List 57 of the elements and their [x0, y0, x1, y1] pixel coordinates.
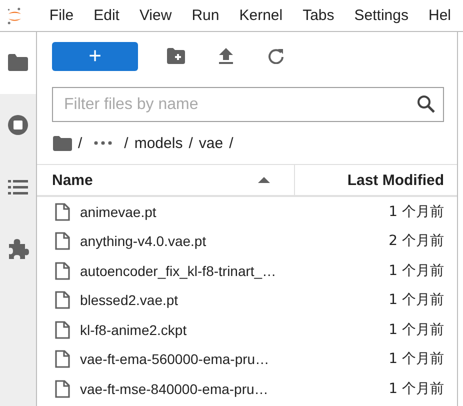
path-separator: / [188, 134, 193, 152]
path-separator: / [124, 134, 128, 152]
sort-caret-icon [258, 177, 270, 183]
upload-icon [219, 48, 233, 64]
file-name: animevae.pt [80, 204, 158, 220]
folder-plus-icon [167, 48, 185, 64]
file-row[interactable]: anything-v4.0.vae.pt 2 个月前 [37, 226, 457, 256]
column-header[interactable]: Name [37, 165, 295, 195]
puzzle-icon [7, 238, 29, 260]
refresh-icon [268, 48, 284, 64]
file-icon [55, 320, 70, 339]
file-icon [55, 350, 70, 368]
file-row[interactable]: animevae.pt 1 个月前 [37, 197, 457, 226]
column-header[interactable]: Last Modified [295, 165, 457, 195]
file-name: blessed2.vae.pt [80, 292, 180, 308]
file-row[interactable]: vae-ft-mse-840000-ema-pru… 1 个月前 [37, 374, 457, 404]
menu-item[interactable]: Edit [86, 7, 128, 24]
menu-item[interactable]: Hel [420, 7, 459, 24]
modified-time: 1 个月前 [388, 262, 444, 280]
sidebar-tab[interactable] [0, 32, 36, 94]
file-name: anything-v4.0.vae.pt [80, 233, 208, 250]
filter-field[interactable]: Filter files by name [52, 87, 444, 122]
modified-time: 2 个月前 [388, 232, 444, 250]
file-name: vae-ft-ema-560000-ema-pru… [80, 351, 270, 368]
menu-item[interactable]: Run [184, 7, 228, 24]
modified-time: 1 个月前 [388, 291, 444, 310]
path-separator: / [78, 134, 82, 152]
modified-time: 1 个月前 [388, 350, 444, 368]
path-separator: / [229, 134, 234, 152]
search-icon [417, 95, 435, 113]
file-icon [55, 232, 70, 250]
new-launcher-button[interactable]: + [52, 42, 138, 70]
breadcrumb-link[interactable]: vae [198, 134, 224, 152]
file-icon [55, 202, 70, 221]
menu-item[interactable]: Tabs [294, 7, 342, 24]
menu-item[interactable]: Kernel [231, 7, 291, 24]
menu-item[interactable]: Settings [346, 7, 416, 24]
folder-icon [53, 136, 72, 150]
file-name: vae-ft-mse-840000-ema-pru… [80, 380, 270, 397]
modified-time: 1 个月前 [388, 202, 444, 221]
file-row[interactable]: kl-f8-anime2.ckpt 1 个月前 [37, 315, 457, 344]
file-icon [55, 262, 70, 280]
file-row[interactable]: blessed2.vae.pt 1 个月前 [37, 286, 457, 315]
file-icon [55, 291, 70, 310]
file-icon [55, 380, 70, 398]
menu-item[interactable]: File [41, 7, 82, 24]
stop-icon [7, 114, 29, 136]
menu-item[interactable]: View [131, 7, 180, 24]
file-name: kl-f8-anime2.ckpt [80, 322, 188, 338]
breadcrumb-link[interactable]: models [134, 134, 183, 152]
modified-time: 1 个月前 [388, 380, 444, 398]
ellipsis-icon[interactable] [94, 141, 112, 145]
modified-time: 1 个月前 [388, 320, 444, 339]
file-name: autoencoder_fix_kl-f8-trinart_… [80, 262, 278, 279]
folder-icon [7, 52, 29, 74]
file-row[interactable]: vae-ft-ema-560000-ema-pru… 1 个月前 [37, 344, 457, 374]
file-row[interactable]: autoencoder_fix_kl-f8-trinart_… 1 个月前 [37, 256, 457, 286]
